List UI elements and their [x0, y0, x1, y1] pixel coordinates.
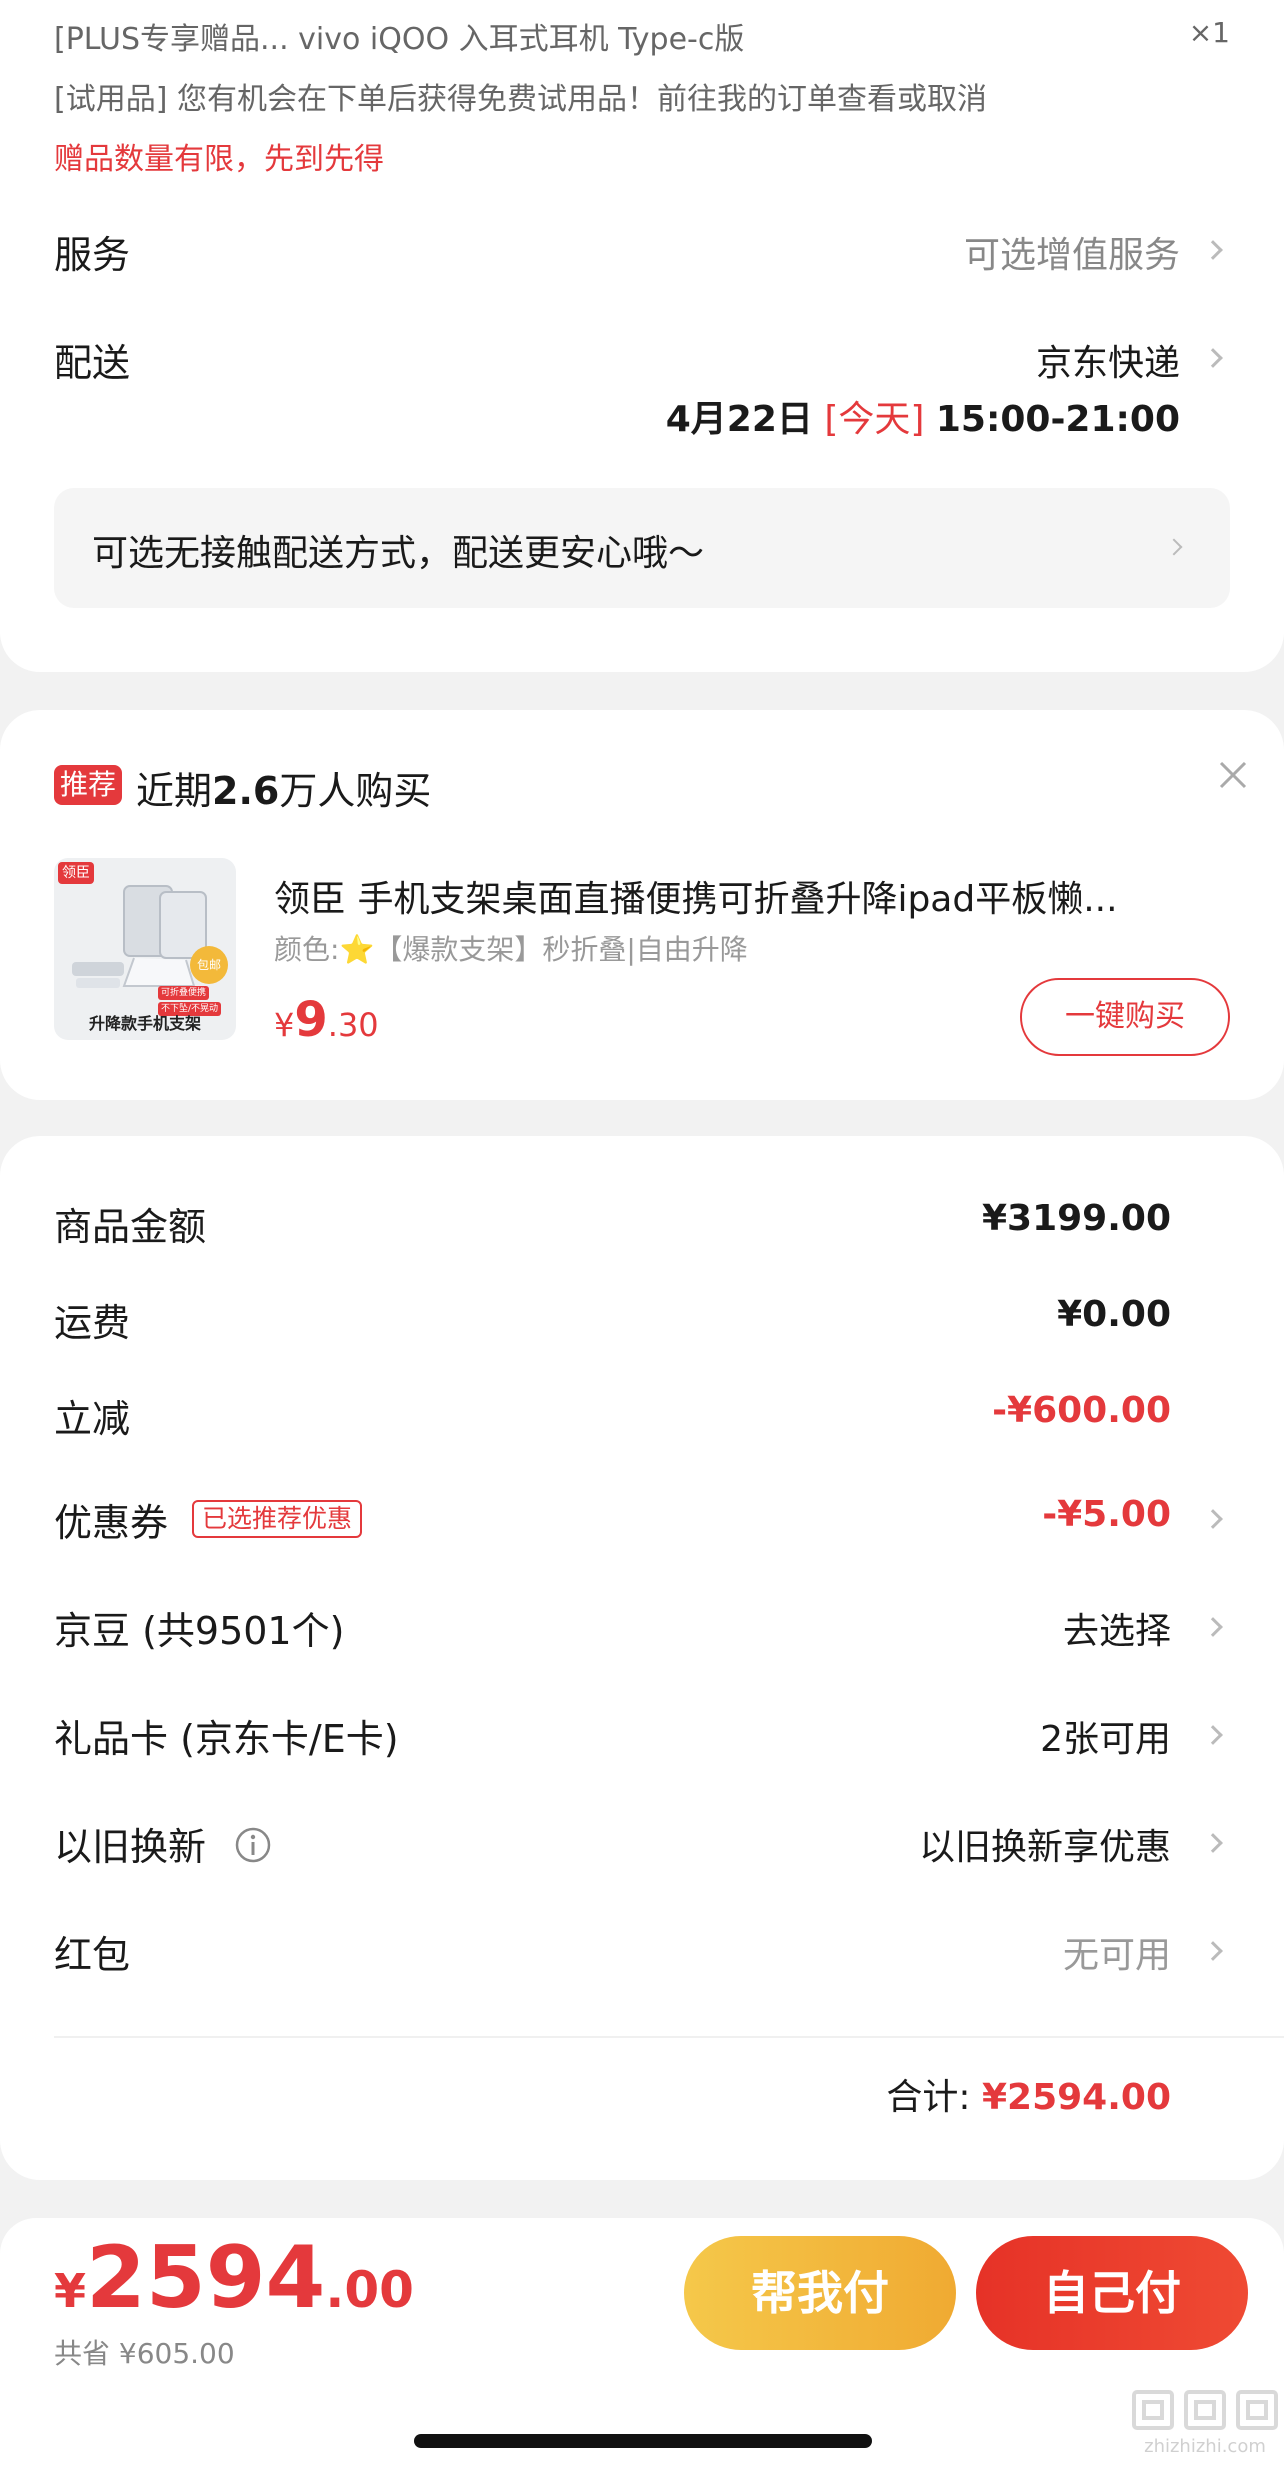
delivery-row[interactable]: 配送 京东快递 4月22日 [今天] 15:00-21:00 [0, 320, 1284, 450]
watermark: zhizhizhi.com [1130, 2388, 1280, 2460]
star-icon: ⭐ [339, 933, 375, 966]
price-decimal: .30 [327, 1006, 379, 1044]
payable-symbol: ¥ [54, 2264, 87, 2318]
delivery-window: 15:00-21:00 [935, 399, 1180, 440]
watermark-text: zhizhizhi.com [1144, 2436, 1266, 2457]
trade-in-label: 以旧换新 [54, 1825, 207, 1869]
chevron-right-icon [1203, 1509, 1223, 1529]
total-row: 合计: ¥2594.00 [886, 2068, 1171, 2120]
payable-amount: ¥2594.00 [54, 2228, 414, 2328]
trade-in-value: 以旧换新享优惠 [918, 1827, 1171, 1868]
red-packet-value: 无可用 [1062, 1935, 1171, 1976]
contactless-delivery-banner[interactable]: 可选无接触配送方式，配送更安心哦～ [54, 488, 1230, 608]
help-me-pay-button[interactable]: 帮我付 [684, 2236, 956, 2350]
recommend-title-number: 2.6 [212, 769, 280, 813]
contactless-delivery-text: 可选无接触配送方式，配送更安心哦～ [92, 533, 705, 574]
delivery-today-tag: [今天] [824, 399, 925, 440]
home-indicator [414, 2434, 872, 2448]
delivery-label: 配送 [54, 341, 131, 385]
service-value: 可选增值服务 [963, 235, 1180, 276]
recommend-title-prefix: 近期 [136, 769, 213, 813]
price-integer: 9 [294, 992, 328, 1048]
total-saved: 共省 ¥605.00 [54, 2337, 235, 2370]
chevron-right-icon [1203, 1725, 1223, 1745]
total-value: ¥2594.00 [981, 2077, 1171, 2118]
trade-in-row[interactable]: 以旧换新 以旧换新享优惠 [0, 1800, 1284, 1890]
close-icon[interactable] [1218, 760, 1248, 790]
product-price: ¥9.30 [274, 992, 379, 1048]
gift-limited-notice: 赠品数量有限，先到先得 [54, 142, 384, 177]
product-image[interactable]: 领臣 包邮 可折叠便携 不下坠/不晃动 升降款手机支架 [54, 858, 236, 1040]
watermark-logo-icon [1132, 2390, 1278, 2430]
gift-card-row[interactable]: 礼品卡 (京东卡/E卡) 2张可用 [0, 1692, 1284, 1782]
divider [54, 2036, 1284, 2038]
red-packet-label: 红包 [54, 1933, 131, 1977]
one-click-buy-button[interactable]: 一键购买 [1020, 978, 1230, 1056]
jd-beans-label: 京豆 (共9501个) [54, 1609, 345, 1653]
payable-decimal: .00 [325, 2261, 414, 2319]
chevron-right-icon [1203, 1833, 1223, 1853]
gift-card-value: 2张可用 [1040, 1719, 1171, 1760]
chevron-right-icon [1203, 1617, 1223, 1637]
delivery-carrier: 京东快递 [1035, 343, 1180, 384]
product-image-badge: 包邮 [190, 946, 228, 984]
coupon-label: 优惠券 [54, 1501, 169, 1545]
trial-notice[interactable]: [试用品] 您有机会在下单后获得免费试用品！前往我的订单查看或取消 [54, 74, 987, 118]
price-summary-card: 商品金额 ¥3199.00 运费 ¥0.00 立减 -¥600.00 优惠券 已… [0, 1136, 1284, 2180]
gift-item-title: [PLUS专享赠品... vivo iQOO 入耳式耳机 Type-c版 [54, 22, 745, 57]
chevron-right-icon [1203, 348, 1223, 368]
chevron-right-icon [1203, 1941, 1223, 1961]
instant-discount-label: 立减 [54, 1397, 131, 1441]
product-image-caption: 升降款手机支架 [88, 1014, 201, 1033]
red-packet-row[interactable]: 红包 无可用 [0, 1908, 1284, 1998]
instant-discount-value: -¥600.00 [992, 1390, 1171, 1431]
pay-myself-button[interactable]: 自己付 [976, 2236, 1248, 2350]
subtotal-label: 商品金额 [54, 1205, 207, 1249]
coupon-tag: 已选推荐优惠 [192, 1500, 363, 1538]
shipping-value: ¥0.00 [1057, 1294, 1171, 1335]
gift-card-label: 礼品卡 (京东卡/E卡) [54, 1717, 399, 1761]
payable-integer: 2594 [86, 2228, 326, 2328]
recommendation-card: 推荐 近期2.6万人购买 领臣 包邮 可折叠便携 不下坠/不晃动 升降款手机支架… [0, 710, 1284, 1100]
recommend-title: 近期2.6万人购买 [136, 760, 431, 815]
coupon-value: -¥5.00 [1042, 1494, 1171, 1535]
gift-quantity: ×1 [1188, 16, 1230, 49]
product-spec-text: 【爆款支架】秒折叠|自由升降 [374, 933, 748, 966]
recommend-badge: 推荐 [54, 765, 123, 805]
delivery-time: 4月22日 [今天] 15:00-21:00 [666, 390, 1180, 442]
service-row[interactable]: 服务 可选增值服务 [0, 210, 1284, 290]
product-name[interactable]: 领臣 手机支架桌面直播便携可折叠升降ipad平板懒... [274, 870, 1220, 922]
shipping-label: 运费 [54, 1301, 131, 1345]
service-label: 服务 [54, 233, 131, 277]
product-spec: 颜色:⭐【爆款支架】秒折叠|自由升降 [274, 928, 748, 968]
total-label: 合计: [886, 2077, 971, 2118]
chevron-right-icon [1203, 240, 1223, 260]
order-info-card: [PLUS专享赠品... vivo iQOO 入耳式耳机 Type-c版 ×1 … [0, 0, 1284, 672]
coupon-row[interactable]: 优惠券 已选推荐优惠 -¥5.00 [0, 1476, 1284, 1566]
product-spec-prefix: 颜色: [274, 933, 340, 966]
checkout-bar: ¥2594.00 共省 ¥605.00 帮我付 自己付 zhizhizhi.co… [0, 2218, 1284, 2470]
product-image-note1: 可折叠便携 [158, 986, 210, 1000]
price-symbol: ¥ [274, 1006, 295, 1044]
recommend-title-suffix: 万人购买 [279, 769, 432, 813]
subtotal-value: ¥3199.00 [981, 1198, 1171, 1239]
jd-beans-value: 去选择 [1062, 1611, 1171, 1652]
delivery-date: 4月22日 [665, 399, 813, 440]
jd-beans-row[interactable]: 京豆 (共9501个) 去选择 [0, 1584, 1284, 1674]
info-icon[interactable] [234, 1826, 272, 1864]
chevron-right-icon [1165, 538, 1183, 556]
